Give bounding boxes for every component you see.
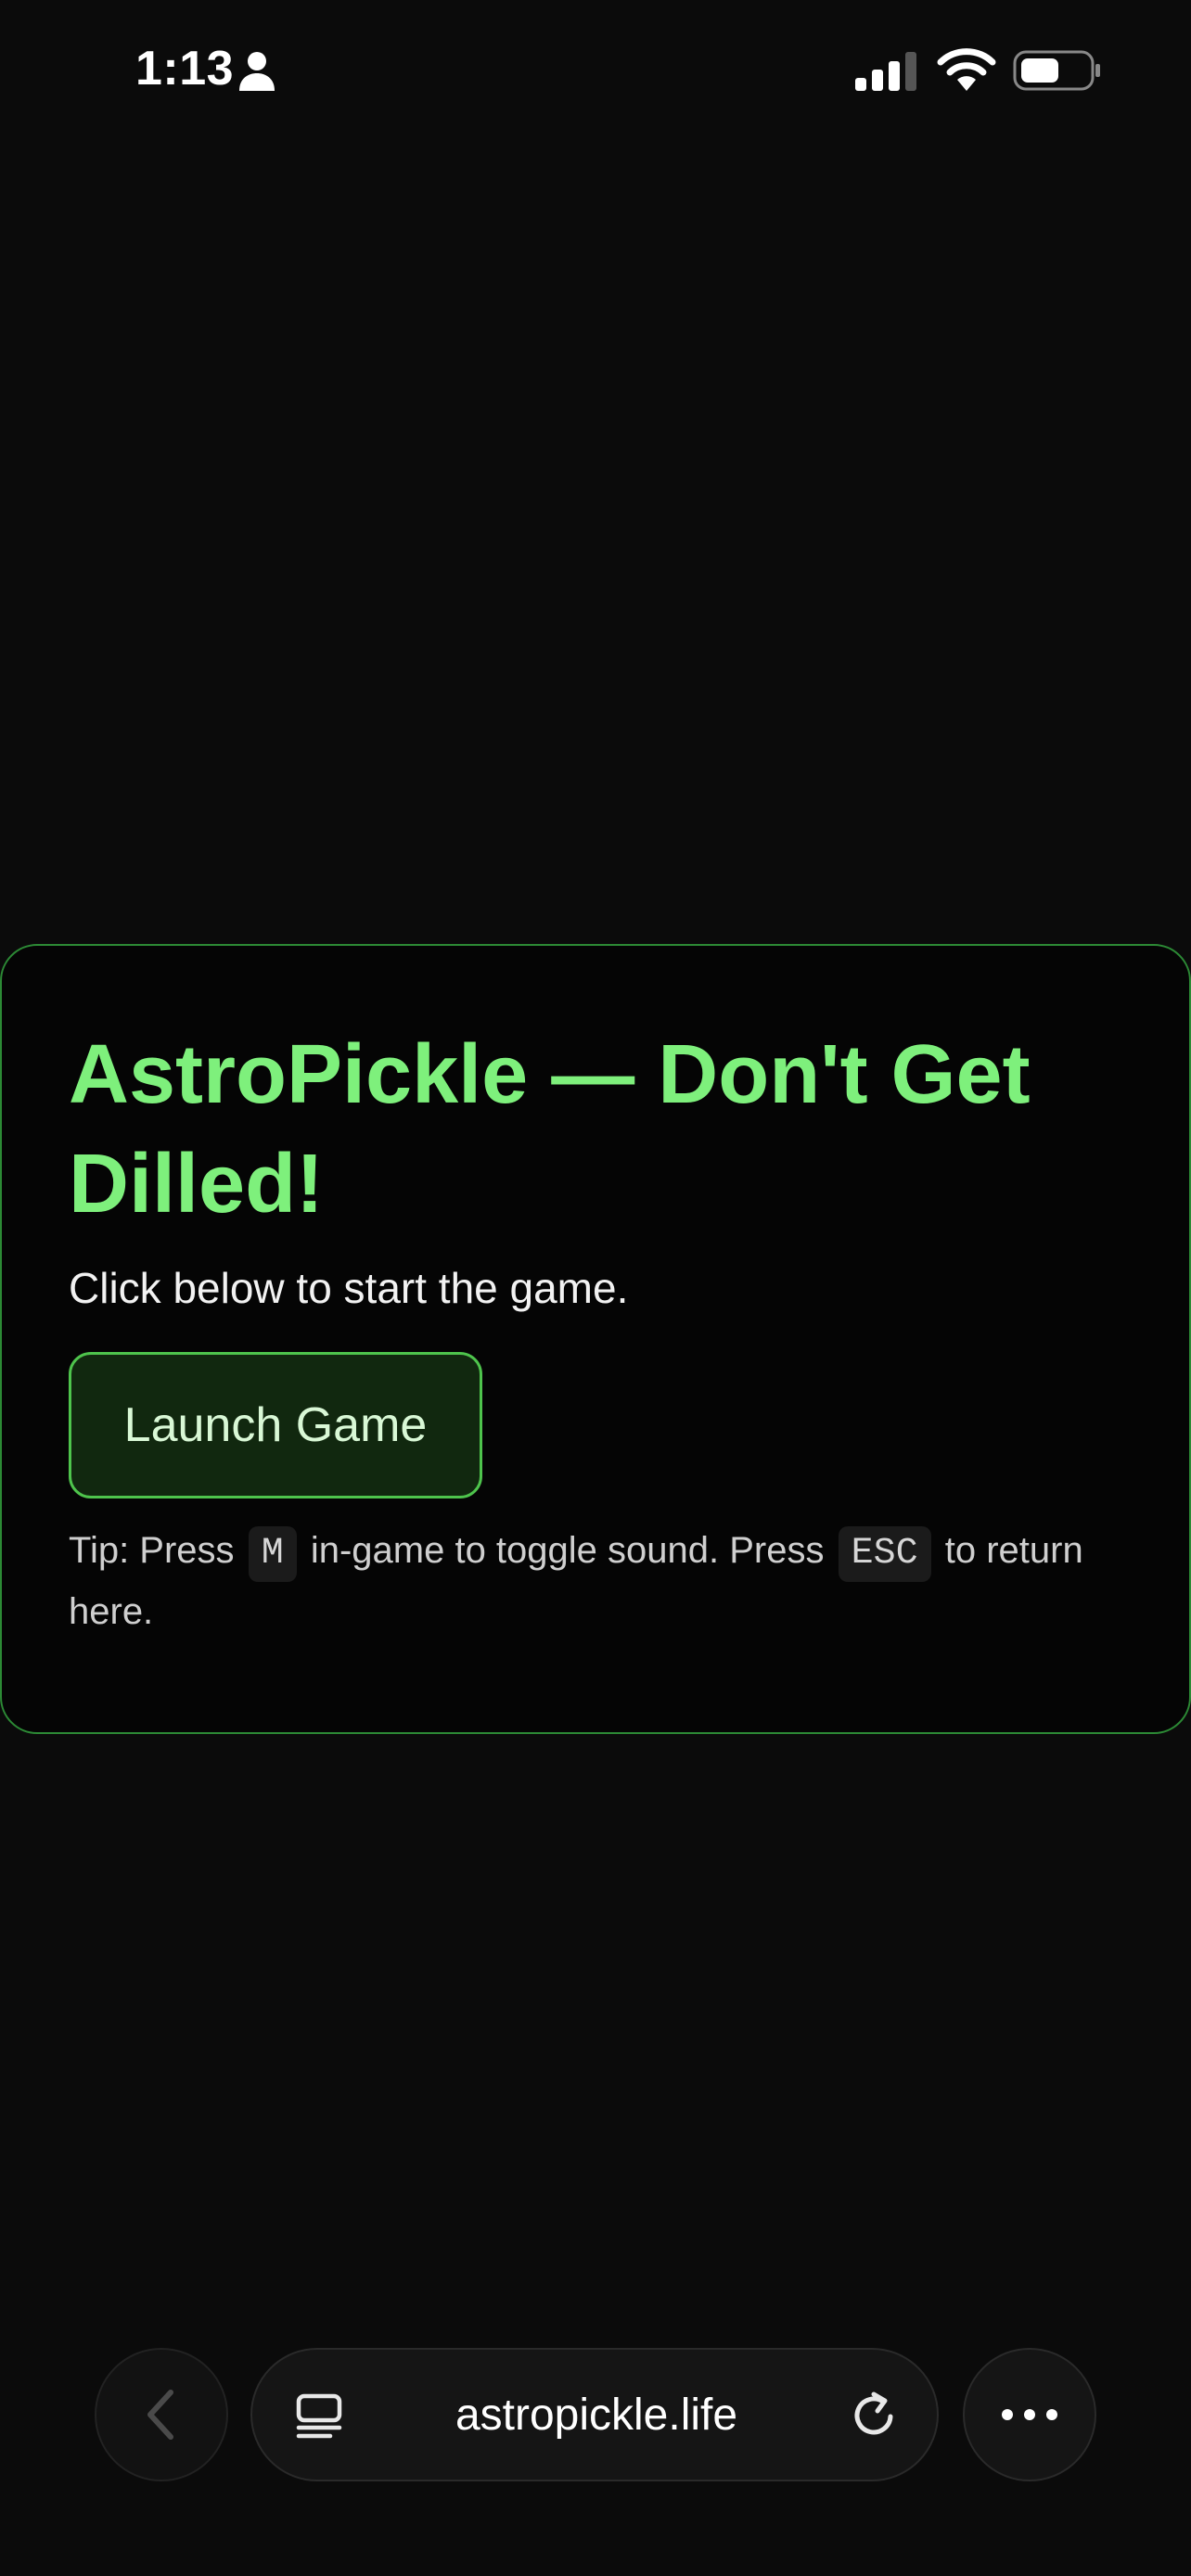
page-title: AstroPickle — Don't Get Dilled! bbox=[69, 1028, 1031, 1231]
reload-icon[interactable] bbox=[848, 2389, 902, 2442]
tip-part-1: Tip: Press bbox=[69, 1530, 235, 1571]
tip-part-2: in-game to toggle sound. Press bbox=[310, 1530, 825, 1571]
tip-text: Tip: Press M in-game to toggle sound. Pr… bbox=[69, 1521, 1135, 1641]
screen: 1:13 AstroPickle — Don't Get Dilled! Cli… bbox=[0, 0, 1191, 2576]
more-dots-icon bbox=[1002, 2409, 1057, 2420]
cellular-signal-icon bbox=[855, 52, 916, 91]
back-chevron-icon bbox=[147, 2390, 173, 2440]
key-m: M bbox=[248, 1526, 297, 1582]
launch-game-button[interactable]: Launch Game bbox=[69, 1352, 482, 1498]
person-icon bbox=[239, 52, 275, 91]
battery-icon bbox=[1013, 50, 1100, 91]
wifi-icon bbox=[937, 48, 996, 91]
back-button[interactable] bbox=[95, 2348, 228, 2481]
key-esc: ESC bbox=[838, 1526, 931, 1582]
status-time: 1:13 bbox=[135, 42, 235, 96]
launch-card: AstroPickle — Don't Get Dilled! Click be… bbox=[0, 944, 1191, 1734]
url-text[interactable]: astropickle.life bbox=[252, 2350, 941, 2480]
status-bar: 1:13 bbox=[0, 0, 1191, 139]
more-options-button[interactable] bbox=[963, 2348, 1096, 2481]
address-bar[interactable]: astropickle.life bbox=[250, 2348, 939, 2481]
card-subtitle: Click below to start the game. bbox=[69, 1264, 629, 1312]
